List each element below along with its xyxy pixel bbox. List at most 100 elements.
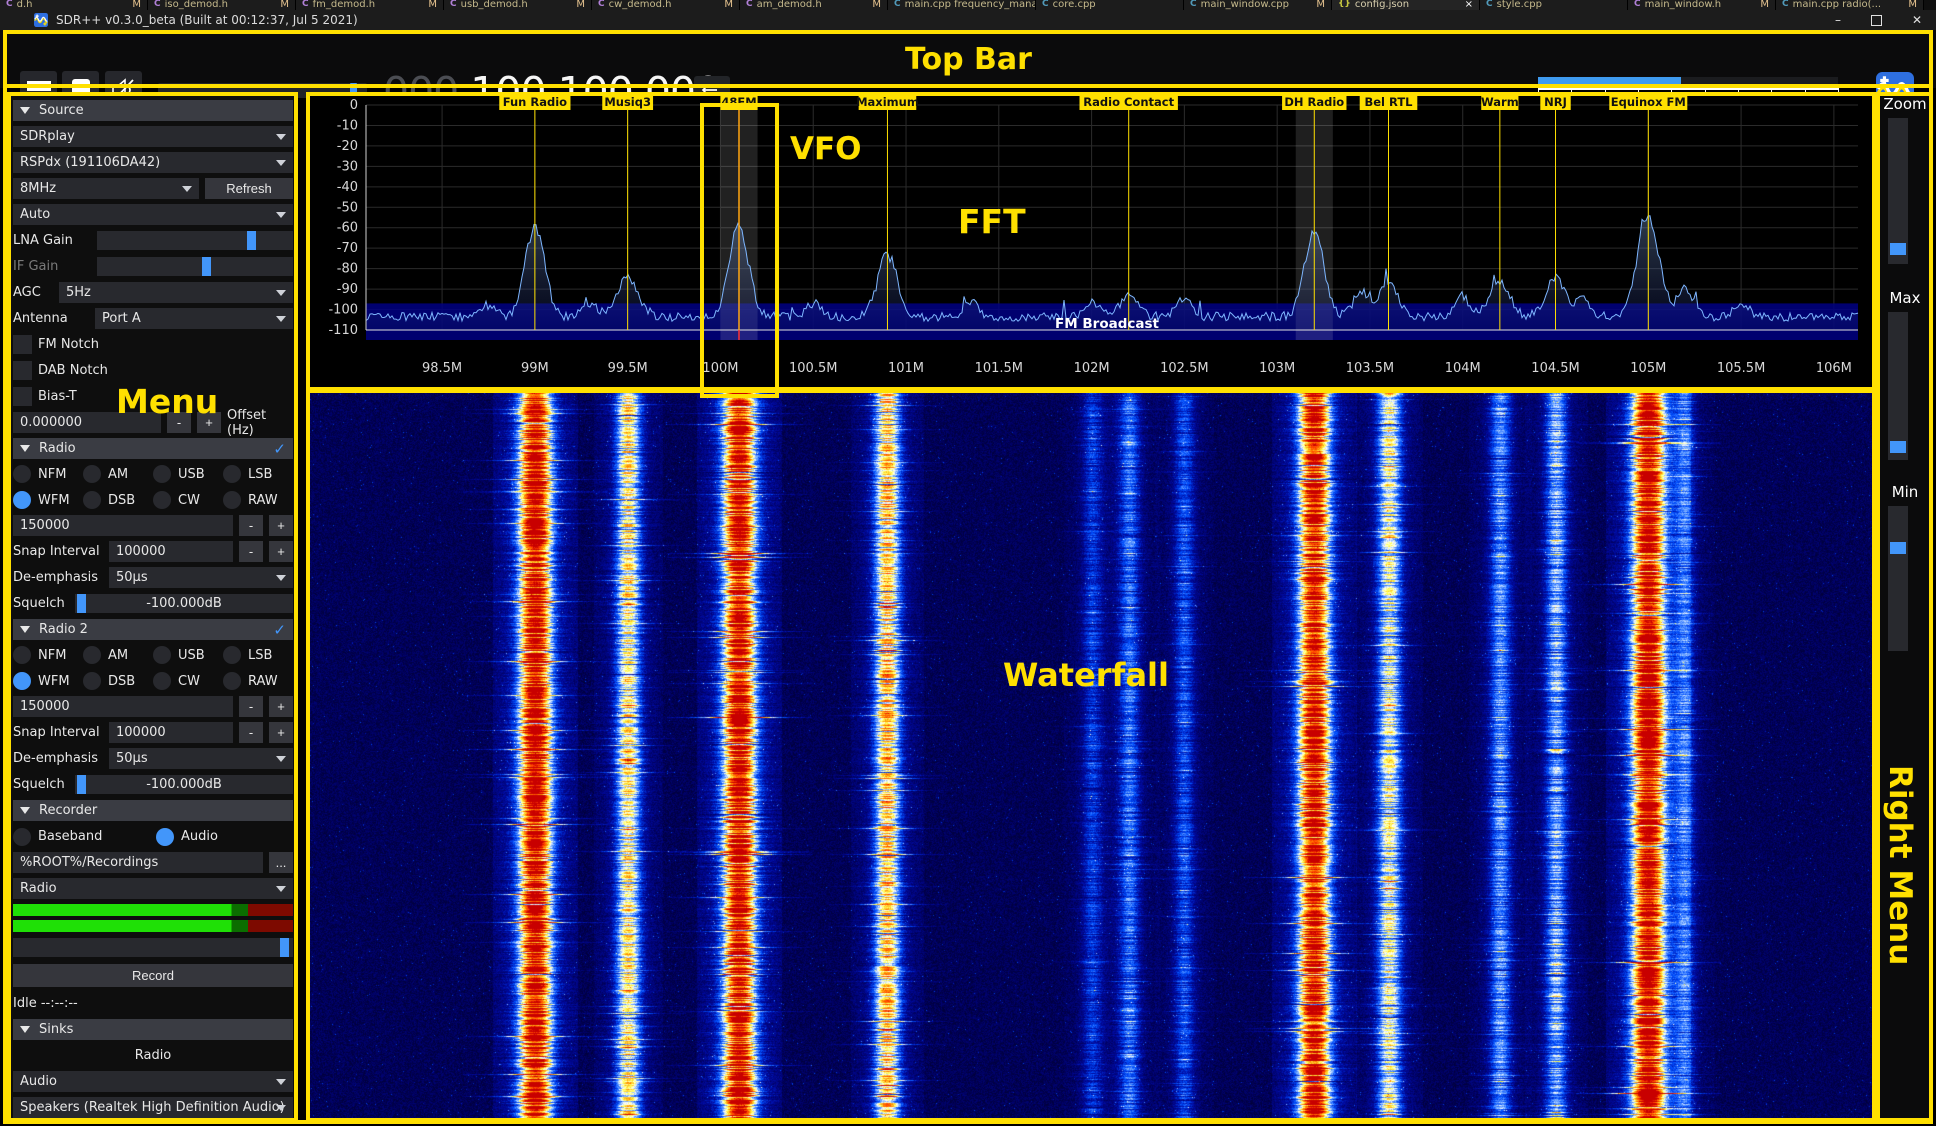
mode-am[interactable]: AM (83, 464, 153, 484)
section-header-sinks[interactable]: Sinks (13, 1019, 293, 1040)
bandwidth-minus-button[interactable]: - (239, 696, 263, 717)
mode-cw[interactable]: CW (153, 490, 223, 510)
section-header-radio2[interactable]: Radio 2 ✓ (13, 619, 293, 640)
slider-grab[interactable] (247, 231, 256, 250)
if-mode-dropdown[interactable]: Auto (13, 204, 293, 225)
enabled-check-icon[interactable]: ✓ (273, 440, 286, 458)
bookmark-label[interactable]: Radio Contact (1083, 95, 1174, 109)
bookmark-label[interactable]: Musiq3 (604, 95, 651, 109)
radio-circle[interactable] (13, 646, 31, 664)
mode-lsb[interactable]: LSB (223, 645, 293, 665)
radio-circle[interactable] (153, 672, 171, 690)
offset-input[interactable]: 0.000000 (13, 412, 161, 433)
editor-tab[interactable]: Ccore.cpp (1036, 0, 1184, 10)
sink-type-dropdown[interactable]: Audio (13, 1071, 293, 1092)
mode-nfm[interactable]: NFM (13, 464, 83, 484)
browse-button[interactable]: ... (269, 852, 293, 873)
maximize-button[interactable] (1871, 15, 1882, 26)
waterfall[interactable] (310, 392, 1874, 1120)
recorder-volume-slider[interactable] (13, 938, 293, 957)
editor-tab[interactable]: Cmain.cpp radio(...M (1776, 0, 1924, 10)
close-button[interactable]: ✕ (1912, 14, 1922, 26)
recording-path-input[interactable]: %ROOT%/Recordings (13, 852, 263, 873)
radio-bandwidth-input[interactable]: 150000 (13, 515, 233, 536)
mode-wfm[interactable]: WFM (13, 671, 83, 691)
audio-radio[interactable] (156, 828, 174, 846)
tab-close-icon[interactable]: × (1465, 0, 1473, 10)
mode-dsb[interactable]: DSB (83, 490, 153, 510)
radio-circle[interactable] (83, 491, 101, 509)
agc-dropdown[interactable]: 5Hz (59, 282, 293, 303)
refresh-button[interactable]: Refresh (205, 178, 293, 199)
snap-plus-button[interactable]: + (269, 722, 293, 743)
lna-gain-slider[interactable] (97, 231, 293, 250)
deemphasis-dropdown[interactable]: 50µs (109, 567, 293, 588)
offset-minus-button[interactable]: - (167, 412, 191, 433)
section-header-radio[interactable]: Radio ✓ (13, 438, 293, 459)
fm-notch-checkbox[interactable] (13, 335, 32, 354)
radio-circle[interactable] (13, 491, 31, 509)
editor-tab[interactable]: Cmain_window.hM (1628, 0, 1776, 10)
mode-cw[interactable]: CW (153, 671, 223, 691)
mode-dsb[interactable]: DSB (83, 671, 153, 691)
mode-usb[interactable]: USB (153, 645, 223, 665)
zoom-slider[interactable] (1888, 118, 1908, 264)
mode-wfm[interactable]: WFM (13, 490, 83, 510)
snap-interval-input[interactable]: 100000 (109, 722, 233, 743)
radio-circle[interactable] (153, 491, 171, 509)
sink-device-dropdown[interactable]: Speakers (Realtek High Definition Audio) (13, 1097, 293, 1118)
slider-grab[interactable] (1890, 243, 1906, 255)
bias-t-checkbox[interactable] (13, 387, 32, 406)
bookmark-label[interactable]: NRJ (1544, 95, 1567, 109)
mode-lsb[interactable]: LSB (223, 464, 293, 484)
max-slider[interactable] (1888, 312, 1908, 460)
radio-circle[interactable] (153, 646, 171, 664)
radio2-bandwidth-input[interactable]: 150000 (13, 696, 233, 717)
snap-plus-button[interactable]: + (269, 541, 293, 562)
deemphasis-dropdown[interactable]: 50µs (109, 748, 293, 769)
source-device-dropdown[interactable]: RSPdx (191106DA42) (13, 152, 293, 173)
editor-tab[interactable]: Cusb_demod.hM (444, 0, 592, 10)
bookmark-label[interactable]: 48FM (721, 95, 756, 109)
bandwidth-plus-button[interactable]: + (269, 515, 293, 536)
bandwidth-minus-button[interactable]: - (239, 515, 263, 536)
bookmark-label[interactable]: DH Radio (1284, 95, 1344, 109)
mode-am[interactable]: AM (83, 645, 153, 665)
radio-circle[interactable] (13, 465, 31, 483)
minimize-button[interactable]: – (1835, 14, 1841, 26)
mode-raw[interactable]: RAW (223, 490, 293, 510)
offset-plus-button[interactable]: + (197, 412, 221, 433)
bookmark-label[interactable]: Warm (1481, 95, 1519, 109)
enabled-check-icon[interactable]: ✓ (273, 621, 286, 639)
snap-minus-button[interactable]: - (239, 722, 263, 743)
mode-usb[interactable]: USB (153, 464, 223, 484)
bookmark-label[interactable]: Fun Radio (503, 95, 567, 109)
slider-grab[interactable] (202, 257, 211, 276)
snap-interval-input[interactable]: 100000 (109, 541, 233, 562)
squelch-slider[interactable]: -100.000dB (75, 594, 293, 613)
editor-tab[interactable]: Cstyle.cpp (1480, 0, 1628, 10)
editor-tab[interactable]: Cmain_window.cppM (1184, 0, 1332, 10)
if-gain-slider[interactable] (97, 257, 293, 276)
radio-circle[interactable] (13, 672, 31, 690)
recorder-stream-dropdown[interactable]: Radio (13, 878, 293, 899)
bookmark-label[interactable]: Equinox FM (1611, 95, 1686, 109)
bookmark-label[interactable]: Maximum (856, 95, 919, 109)
squelch-slider[interactable]: -100.000dB (75, 775, 293, 794)
radio-circle[interactable] (223, 646, 241, 664)
radio-circle[interactable] (223, 465, 241, 483)
slider-grab[interactable] (280, 938, 289, 957)
section-header-recorder[interactable]: Recorder (13, 800, 293, 821)
mode-nfm[interactable]: NFM (13, 645, 83, 665)
editor-tab[interactable]: Ciso_demod.hM (148, 0, 296, 10)
snap-minus-button[interactable]: - (239, 541, 263, 562)
record-button[interactable]: Record (13, 964, 293, 987)
dab-notch-checkbox[interactable] (13, 361, 32, 380)
editor-tab[interactable]: Cam_demod.hM (740, 0, 888, 10)
source-driver-dropdown[interactable]: SDRplay (13, 126, 293, 147)
editor-tab[interactable]: {}config.json× (1332, 0, 1480, 10)
bandwidth-dropdown[interactable]: 8MHz (13, 178, 199, 199)
bandwidth-plus-button[interactable]: + (269, 696, 293, 717)
radio-circle[interactable] (153, 465, 171, 483)
mode-raw[interactable]: RAW (223, 671, 293, 691)
